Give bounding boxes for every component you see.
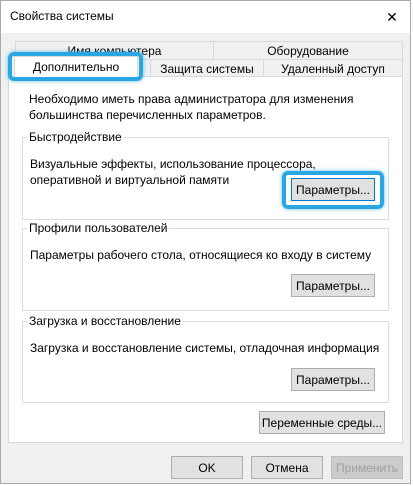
ok-button[interactable]: OK [171,456,243,479]
performance-settings-button[interactable]: Параметры... [291,178,375,201]
group-title: Быстродействие [27,130,124,144]
tab-label: Дополнительно [32,60,120,74]
cancel-button[interactable]: Отмена [251,456,323,479]
title-bar: Свойства системы ✕ [1,1,410,33]
environment-variables-button[interactable]: Переменные среды... [259,411,385,434]
tab-label: Оборудование [267,43,349,58]
window-title: Свойства системы [10,9,114,23]
system-properties-window: Свойства системы ✕ Имя компьютера Оборуд… [0,0,411,484]
group-title: Загрузка и восстановление [27,314,183,328]
close-icon[interactable]: ✕ [382,7,402,27]
group-description: Загрузка и восстановление системы, отлад… [30,341,380,355]
apply-button[interactable]: Применить [331,456,403,479]
group-title: Профили пользователей [27,221,170,235]
tab-hardware[interactable]: Оборудование [213,41,403,60]
tab-label: Удаленный доступ [281,61,385,76]
user-profiles-group: Профили пользователей Параметры рабочего… [22,221,389,311]
profiles-settings-button[interactable]: Параметры... [291,274,375,297]
group-description: Параметры рабочего стола, относящиеся ко… [30,248,372,262]
tab-label: Защита системы [160,61,254,76]
tab-advanced[interactable]: Дополнительно [14,56,138,77]
admin-rights-notice: Необходимо иметь права администратора дл… [29,92,354,122]
startup-settings-button[interactable]: Параметры... [291,368,375,391]
